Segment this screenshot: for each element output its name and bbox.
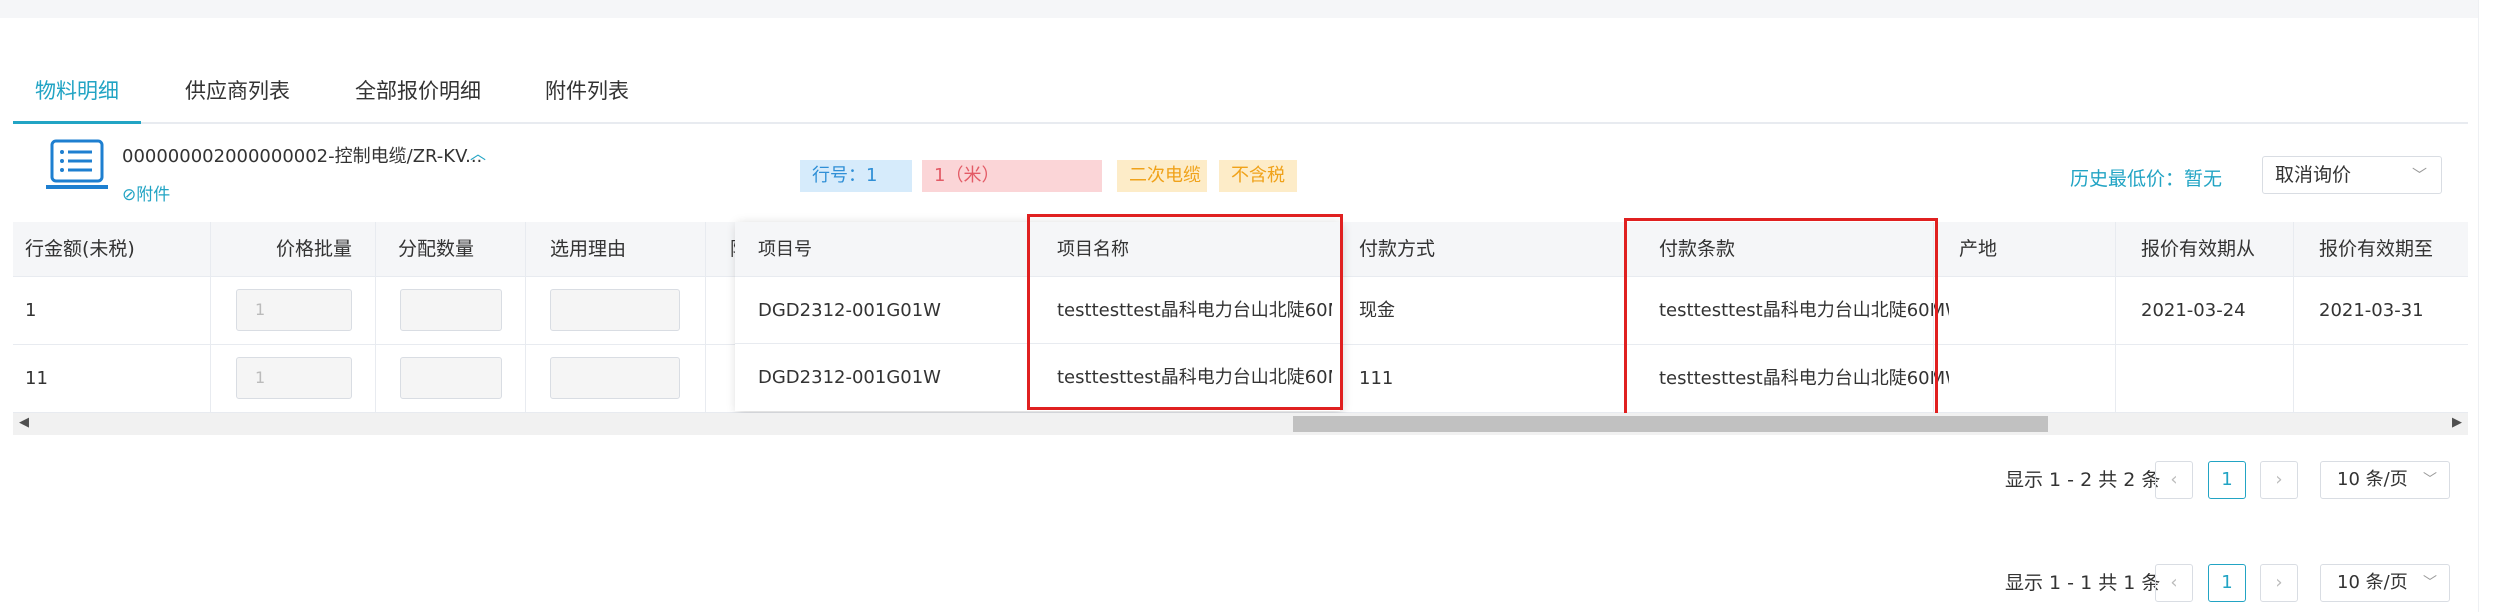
- list-document-icon: [46, 139, 108, 189]
- tax-tag: 不含税: [1219, 160, 1297, 192]
- column-divider: [210, 222, 211, 412]
- line-number-tag: 行号：1: [800, 160, 912, 192]
- header-amount: 行金额(未税): [25, 238, 135, 260]
- chevron-down-icon: ﹀: [2423, 575, 2437, 591]
- cancel-inquiry-value: 取消询价: [2275, 164, 2352, 186]
- cancel-inquiry-select[interactable]: 取消询价 ﹀: [2262, 156, 2442, 194]
- material-name: 000000002000000002-控制电缆/ZR-KV...: [122, 146, 483, 167]
- tab-all-quote-detail[interactable]: 全部报价明细: [333, 62, 503, 124]
- cell-valid-to: 2021-03-31: [2319, 300, 2424, 321]
- header-valid-from: 报价有效期从: [2141, 238, 2256, 260]
- page-size-value: 10 条/页: [2337, 469, 2408, 490]
- price-batch-input[interactable]: 1: [236, 289, 352, 331]
- history-lowest-price: 历史最低价：暂无: [2070, 168, 2223, 190]
- next-page-button[interactable]: ›: [2260, 461, 2298, 499]
- price-batch-input[interactable]: 1: [236, 357, 352, 399]
- chevron-down-icon: ﹀: [2411, 166, 2427, 184]
- header-project-no: 项目号: [758, 239, 812, 260]
- tab-supplier-list[interactable]: 供应商列表: [163, 62, 312, 124]
- column-divider: [525, 222, 526, 412]
- highlight-pay-terms: [1624, 218, 1938, 420]
- reason-input[interactable]: [550, 357, 680, 399]
- reason-input[interactable]: [550, 289, 680, 331]
- page-number-button[interactable]: 1: [2208, 461, 2246, 499]
- pagination-secondary: 显示 1 - 1 共 1 条 ‹ 1 › 10 条/页 ﹀: [2005, 564, 2465, 602]
- scrollbar-thumb[interactable]: [1293, 416, 2048, 432]
- quantity-tag: 1（米）: [922, 160, 1102, 192]
- next-page-button[interactable]: ›: [2260, 564, 2298, 602]
- column-divider: [375, 222, 376, 412]
- column-divider: [2115, 222, 2116, 412]
- material-header: 000000002000000002-控制电缆/ZR-KV... ︿ ⊘附件 行…: [0, 126, 2480, 218]
- header-pay-method: 付款方式: [1359, 238, 1436, 260]
- category-tag: 二次电缆: [1117, 160, 1207, 192]
- page-scrollbar[interactable]: [2478, 0, 2493, 612]
- pagination-main: 显示 1 - 2 共 2 条 ‹ 1 › 10 条/页 ﹀: [2005, 461, 2465, 499]
- attachment-link[interactable]: ⊘附件: [122, 180, 170, 205]
- alloc-qty-input[interactable]: [400, 289, 502, 331]
- page-number-button[interactable]: 1: [2208, 564, 2246, 602]
- cell-valid-from: 2021-03-24: [2141, 300, 2246, 321]
- column-divider: [2293, 222, 2294, 412]
- alloc-qty-input[interactable]: [400, 357, 502, 399]
- scroll-left-icon[interactable]: ◀: [19, 415, 29, 430]
- header-reason: 选用理由: [550, 238, 627, 260]
- header-origin: 产地: [1959, 238, 1998, 260]
- scroll-right-icon[interactable]: ▶: [2452, 415, 2462, 430]
- cell-pay-method: 现金: [1359, 300, 1395, 321]
- cell-project-no: DGD2312-001G01W: [758, 300, 941, 321]
- header-alloc-qty: 分配数量: [398, 238, 475, 260]
- top-strip: [0, 0, 2480, 18]
- chevron-up-icon[interactable]: ︿: [470, 140, 486, 164]
- pagination-info: 显示 1 - 2 共 2 条: [2005, 469, 2161, 491]
- cell-pay-method: 111: [1359, 368, 1394, 389]
- header-price-batch: 价格批量: [276, 238, 353, 260]
- pagination-info: 显示 1 - 1 共 1 条: [2005, 572, 2161, 594]
- page-size-select[interactable]: 10 条/页 ﹀: [2320, 564, 2450, 602]
- tab-attachment-list[interactable]: 附件列表: [523, 62, 651, 124]
- highlight-project-name: [1027, 214, 1343, 410]
- chevron-down-icon: ﹀: [2423, 472, 2437, 488]
- tab-bar: 物料明细 供应商列表 全部报价明细 附件列表: [13, 62, 2468, 124]
- cell-amount: 11: [25, 368, 48, 389]
- page-size-select[interactable]: 10 条/页 ﹀: [2320, 461, 2450, 499]
- prev-page-button[interactable]: ‹: [2155, 564, 2193, 602]
- prev-page-button[interactable]: ‹: [2155, 461, 2193, 499]
- column-divider: [705, 222, 706, 412]
- tab-material-detail[interactable]: 物料明细: [13, 62, 141, 124]
- page-size-value: 10 条/页: [2337, 572, 2408, 593]
- header-valid-to: 报价有效期至: [2319, 238, 2434, 260]
- cell-project-no: DGD2312-001G01W: [758, 367, 941, 388]
- horizontal-scrollbar[interactable]: ◀ ▶: [13, 413, 2468, 435]
- cell-amount: 1: [25, 300, 37, 321]
